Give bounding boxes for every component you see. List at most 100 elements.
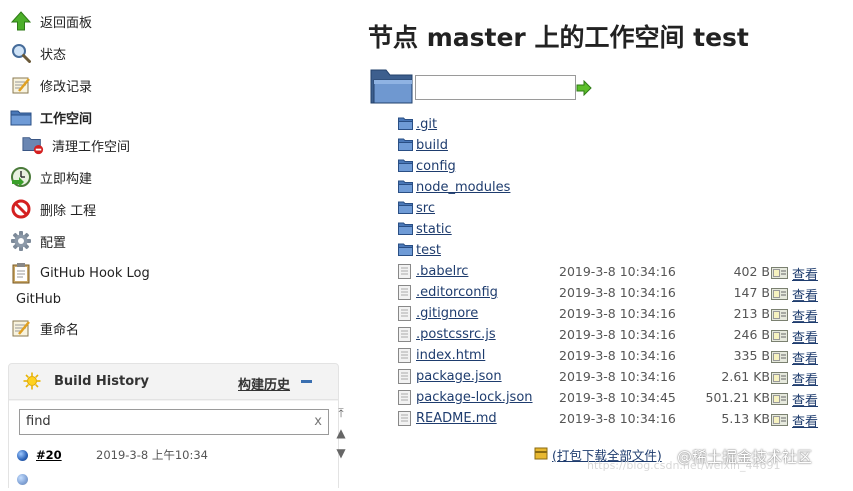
view-file-icon[interactable] (771, 267, 788, 283)
file-name-link[interactable]: package-lock.json (416, 390, 533, 405)
file-name-link[interactable]: package.json (416, 369, 502, 384)
file-date: 2019-3-8 10:34:45 (559, 390, 676, 405)
scroll-down-icon[interactable]: ▼ (332, 443, 350, 463)
build-row-partial (17, 469, 337, 489)
build-history-scroll-controls: ⤒ ▲ ▼ (332, 403, 350, 469)
file-name-link[interactable]: static (416, 222, 452, 237)
notepad-icon (10, 74, 32, 96)
gear-icon (10, 230, 32, 252)
workspace-path-input[interactable] (415, 75, 576, 100)
view-file-link[interactable]: 查看 (792, 306, 818, 325)
sidebar-item-status[interactable]: 状态 (10, 40, 66, 66)
file-size: 2.61 KB (721, 369, 770, 384)
folder-icon (398, 243, 413, 260)
view-file-link[interactable]: 查看 (792, 411, 818, 430)
notepad-icon (10, 317, 32, 339)
file-date: 2019-3-8 10:34:16 (559, 369, 676, 384)
file-name-link[interactable]: .postcssrc.js (416, 327, 496, 342)
go-arrow-icon[interactable] (576, 79, 592, 100)
sidebar-item-label: 状态 (40, 47, 67, 63)
file-name-link[interactable]: build (416, 138, 448, 153)
view-file-icon[interactable] (771, 414, 788, 430)
sidebar-item-back-to-dashboard[interactable]: 返回面板 (10, 8, 92, 34)
scroll-up-icon[interactable]: ▲ (332, 423, 350, 443)
build-history-header: Build History 构建历史 (9, 364, 338, 400)
view-file-link[interactable]: 查看 (792, 285, 818, 304)
file-icon (398, 369, 411, 388)
file-date: 2019-3-8 10:34:16 (559, 285, 676, 300)
view-file-icon[interactable] (771, 288, 788, 304)
blue-ball-icon (17, 449, 28, 461)
file-icon (398, 327, 411, 346)
build-history-body: find x #20 2019-3-8 上午10:34 (9, 401, 338, 491)
clear-filter-button[interactable]: x (314, 410, 322, 434)
file-date: 2019-3-8 10:34:16 (559, 264, 676, 279)
view-file-icon[interactable] (771, 330, 788, 346)
sidebar-item-rename[interactable]: 重命名 (10, 315, 79, 341)
file-date: 2019-3-8 10:34:16 (559, 306, 676, 321)
file-name-link[interactable]: src (416, 201, 435, 216)
build-trend-link[interactable]: 构建历史 (238, 374, 290, 393)
file-name-link[interactable]: .editorconfig (416, 285, 498, 300)
sidebar-item-github[interactable]: GitHub (16, 292, 61, 307)
folder-delete-icon (22, 134, 44, 156)
workspace-folder-icon (370, 67, 414, 109)
folder-icon (10, 106, 32, 128)
view-file-link[interactable]: 查看 (792, 348, 818, 367)
file-date: 2019-3-8 10:34:16 (559, 348, 676, 363)
view-file-link[interactable]: 查看 (792, 369, 818, 388)
clipboard-icon (10, 262, 32, 284)
sidebar-item-github-hook-log[interactable]: GitHub Hook Log (10, 260, 150, 286)
file-row-file: README.md 2019-3-8 10:34:16 5.13 KB 查看 (398, 409, 838, 430)
file-row-file: .babelrc 2019-3-8 10:34:16 402 B 查看 (398, 262, 838, 283)
view-file-icon[interactable] (771, 351, 788, 367)
build-filter-value: find (26, 414, 51, 429)
file-name-link[interactable]: .babelrc (416, 264, 468, 279)
build-filter-input[interactable]: find x (19, 409, 329, 435)
file-size: 147 B (733, 285, 770, 300)
view-file-link[interactable]: 查看 (792, 264, 818, 283)
file-row-file: package.json 2019-3-8 10:34:16 2.61 KB 查看 (398, 367, 838, 388)
file-date: 2019-3-8 10:34:16 (559, 327, 676, 342)
sidebar-item-label: GitHub Hook Log (40, 265, 150, 281)
file-row-file: package-lock.json 2019-3-8 10:34:45 501.21… (398, 388, 838, 409)
sun-icon (23, 372, 41, 394)
file-icon (398, 306, 411, 325)
file-name-link[interactable]: node_modules (416, 180, 510, 195)
file-name-link[interactable]: .gitignore (416, 306, 478, 321)
view-file-link[interactable]: 查看 (792, 327, 818, 346)
file-row-directory: test (398, 241, 838, 261)
sidebar-item-build-now[interactable]: 立即构建 (10, 164, 92, 190)
file-row-file: .postcssrc.js 2019-3-8 10:34:16 246 B 查看 (398, 325, 838, 346)
file-icon (398, 411, 411, 430)
sidebar-item-workspace[interactable]: 工作空间 (10, 104, 92, 130)
sidebar-item-changes[interactable]: 修改记录 (10, 72, 92, 98)
sidebar-item-delete-project[interactable]: 删除 工程 (10, 196, 96, 222)
file-name-link[interactable]: test (416, 243, 441, 258)
view-file-icon[interactable] (771, 372, 788, 388)
build-number-link[interactable]: #20 (36, 448, 96, 462)
up-arrow-icon (10, 10, 32, 32)
sidebar-item-configure[interactable]: 配置 (10, 228, 66, 254)
view-file-icon[interactable] (771, 393, 788, 409)
view-file-link[interactable]: 查看 (792, 390, 818, 409)
sidebar-item-label: 修改记录 (40, 79, 93, 95)
zip-icon (534, 446, 548, 464)
file-name-link[interactable]: config (416, 159, 456, 174)
collapse-icon[interactable] (301, 380, 312, 383)
no-entry-icon (10, 198, 32, 220)
folder-icon (398, 222, 413, 239)
file-name-link[interactable]: index.html (416, 348, 485, 363)
sidebar-item-label: 工作空间 (40, 111, 93, 127)
file-name-link[interactable]: .git (416, 117, 437, 132)
watermark: @稀土掘金技术社区 (677, 448, 813, 466)
page-title: 节点 master 上的工作空间 test (368, 23, 749, 52)
scroll-top-icon[interactable]: ⤒ (332, 403, 350, 423)
file-icon (398, 390, 411, 409)
file-icon (398, 285, 411, 304)
sidebar-item-wipe-workspace[interactable]: 清理工作空间 (22, 132, 130, 158)
file-row-directory: node_modules (398, 178, 838, 198)
sidebar-item-label: 配置 (40, 235, 67, 251)
view-file-icon[interactable] (771, 309, 788, 325)
file-name-link[interactable]: README.md (416, 411, 497, 426)
